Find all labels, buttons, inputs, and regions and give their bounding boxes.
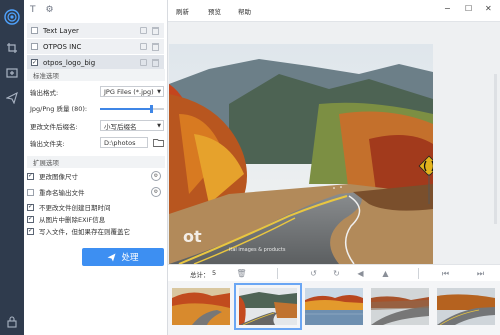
output-folder-input[interactable]: D:\photos xyxy=(100,137,148,148)
edit-icon[interactable] xyxy=(140,27,147,34)
first-icon[interactable]: ⏮ xyxy=(440,268,451,279)
delete-icon[interactable] xyxy=(152,58,159,67)
option-label: 不更改文件创建日期时间 xyxy=(39,204,111,212)
thumbnail-item[interactable] xyxy=(437,288,495,325)
chevron-down-icon: ▼ xyxy=(157,122,161,129)
delete-icon[interactable] xyxy=(152,42,159,51)
rename-label: 更改文件后缀名: xyxy=(30,123,78,131)
quality-slider-thumb[interactable] xyxy=(150,105,153,113)
option-label: 从图片中删除EXIF信息 xyxy=(39,216,106,224)
option-checkbox[interactable] xyxy=(27,172,34,180)
gear-icon[interactable]: ⚙ xyxy=(151,187,161,197)
quality-slider-fill xyxy=(100,108,151,110)
crop-icon[interactable] xyxy=(4,40,20,56)
option-keep-date[interactable]: 不更改文件创建日期时间 xyxy=(27,201,111,213)
maximize-button[interactable]: ☐ xyxy=(465,4,472,13)
thumbnail-item[interactable] xyxy=(305,288,363,325)
edit-icon[interactable] xyxy=(140,43,147,50)
extended-section-title: 扩展选项 xyxy=(27,156,165,168)
option-checkbox[interactable] xyxy=(27,227,34,235)
bottom-toolbar: 总计： 5 🗑 ↺ ↻ ◀ ▲ ⏮ ⏭ xyxy=(168,264,500,281)
preview-area: ot ital images & products xyxy=(168,22,500,264)
option-rename[interactable]: 重命名输出文件 xyxy=(27,186,85,198)
option-overwrite[interactable]: 写入文件，但如果存在则覆盖它 xyxy=(27,225,130,237)
lock-icon[interactable] xyxy=(4,314,20,330)
output-format-select[interactable]: JPG Files (*.jpg) ▼ xyxy=(100,86,164,97)
panel-toolbar: T ⚙ xyxy=(24,0,167,20)
folder-icon[interactable] xyxy=(152,137,165,148)
option-checkbox[interactable] xyxy=(27,203,34,211)
settings-panel: T ⚙ Text Layer OTPOS INC otpos_logo_big … xyxy=(24,0,168,335)
layer-name: OTPOS INC xyxy=(43,42,82,51)
send-icon xyxy=(107,253,116,261)
last-icon[interactable]: ⏭ xyxy=(475,268,486,279)
edit-icon[interactable] xyxy=(140,59,147,66)
toolbar-divider xyxy=(418,268,419,279)
chevron-down-icon: ▼ xyxy=(157,88,161,95)
standard-section-title: 标准选项 xyxy=(27,69,165,81)
text-tool-icon[interactable]: T xyxy=(30,5,36,15)
option-remove-exif[interactable]: 从图片中删除EXIF信息 xyxy=(27,213,105,225)
option-label: 写入文件，但如果存在则覆盖它 xyxy=(39,228,130,236)
send-icon[interactable] xyxy=(4,90,20,106)
thumbnail-strip xyxy=(168,281,500,335)
layer-name: Text Layer xyxy=(43,26,79,35)
layer-list: Text Layer OTPOS INC otpos_logo_big xyxy=(24,22,168,70)
layer-item[interactable]: Text Layer xyxy=(27,23,164,38)
menu-refresh[interactable]: 刷新 xyxy=(176,6,189,16)
watermark-text: ital images & products xyxy=(229,247,286,253)
trash-icon[interactable]: 🗑 xyxy=(236,268,247,279)
process-button[interactable]: 处理 xyxy=(82,248,164,266)
delete-icon[interactable] xyxy=(152,26,159,35)
watermark-logo: ot xyxy=(183,227,202,246)
total-label: 总计： xyxy=(190,271,210,279)
left-rail xyxy=(0,0,24,335)
thumbnail-item-selected[interactable] xyxy=(234,283,302,330)
rotate-left-icon[interactable]: ↺ xyxy=(308,268,319,279)
settings-tool-icon[interactable]: ⚙ xyxy=(46,5,54,15)
quality-slider[interactable] xyxy=(100,105,164,113)
output-folder-label: 输出文件夹: xyxy=(30,140,65,148)
layer-checkbox[interactable] xyxy=(31,27,38,34)
flip-horizontal-icon[interactable]: ◀ xyxy=(355,268,366,279)
total-count: 5 xyxy=(212,269,217,277)
add-image-icon[interactable] xyxy=(4,65,20,81)
option-checkbox[interactable] xyxy=(27,215,34,223)
option-resize[interactable]: 更改图像尺寸 xyxy=(27,170,78,182)
rename-value: 小写后缀名 xyxy=(104,122,137,131)
quality-label: Jpg/Png 质量 (80): xyxy=(30,105,88,113)
layer-checkbox[interactable] xyxy=(31,59,38,66)
minimize-button[interactable]: − xyxy=(444,4,451,13)
layer-name: otpos_logo_big xyxy=(43,58,96,67)
option-label: 重命名输出文件 xyxy=(39,189,85,197)
layer-item[interactable]: otpos_logo_big xyxy=(27,55,164,70)
option-label: 更改图像尺寸 xyxy=(39,173,78,181)
preview-image[interactable]: ot ital images & products xyxy=(169,44,433,264)
output-format-value: JPG Files (*.jpg) xyxy=(104,87,154,96)
output-format-label: 输出格式: xyxy=(30,89,59,97)
thumbnail-item[interactable] xyxy=(172,288,230,325)
toolbar-divider xyxy=(277,268,278,279)
menu-help[interactable]: 帮助 xyxy=(238,6,251,16)
layer-checkbox[interactable] xyxy=(31,43,38,50)
layer-item[interactable]: OTPOS INC xyxy=(27,39,164,54)
close-button[interactable]: ✕ xyxy=(485,4,492,13)
option-checkbox[interactable] xyxy=(27,188,34,196)
rotate-right-icon[interactable]: ↻ xyxy=(331,268,342,279)
app-logo-icon[interactable] xyxy=(4,9,20,25)
rename-select[interactable]: 小写后缀名 ▼ xyxy=(100,120,164,131)
menu-preview[interactable]: 预览 xyxy=(208,6,221,16)
vertical-scrollbar[interactable] xyxy=(494,74,497,224)
title-bar: 刷新 预览 帮助 − ☐ ✕ xyxy=(168,0,500,22)
thumbnail-item[interactable] xyxy=(371,288,429,325)
gear-icon[interactable]: ⚙ xyxy=(151,171,161,181)
flip-vertical-icon[interactable]: ▲ xyxy=(380,268,391,279)
process-label: 处理 xyxy=(121,253,139,263)
